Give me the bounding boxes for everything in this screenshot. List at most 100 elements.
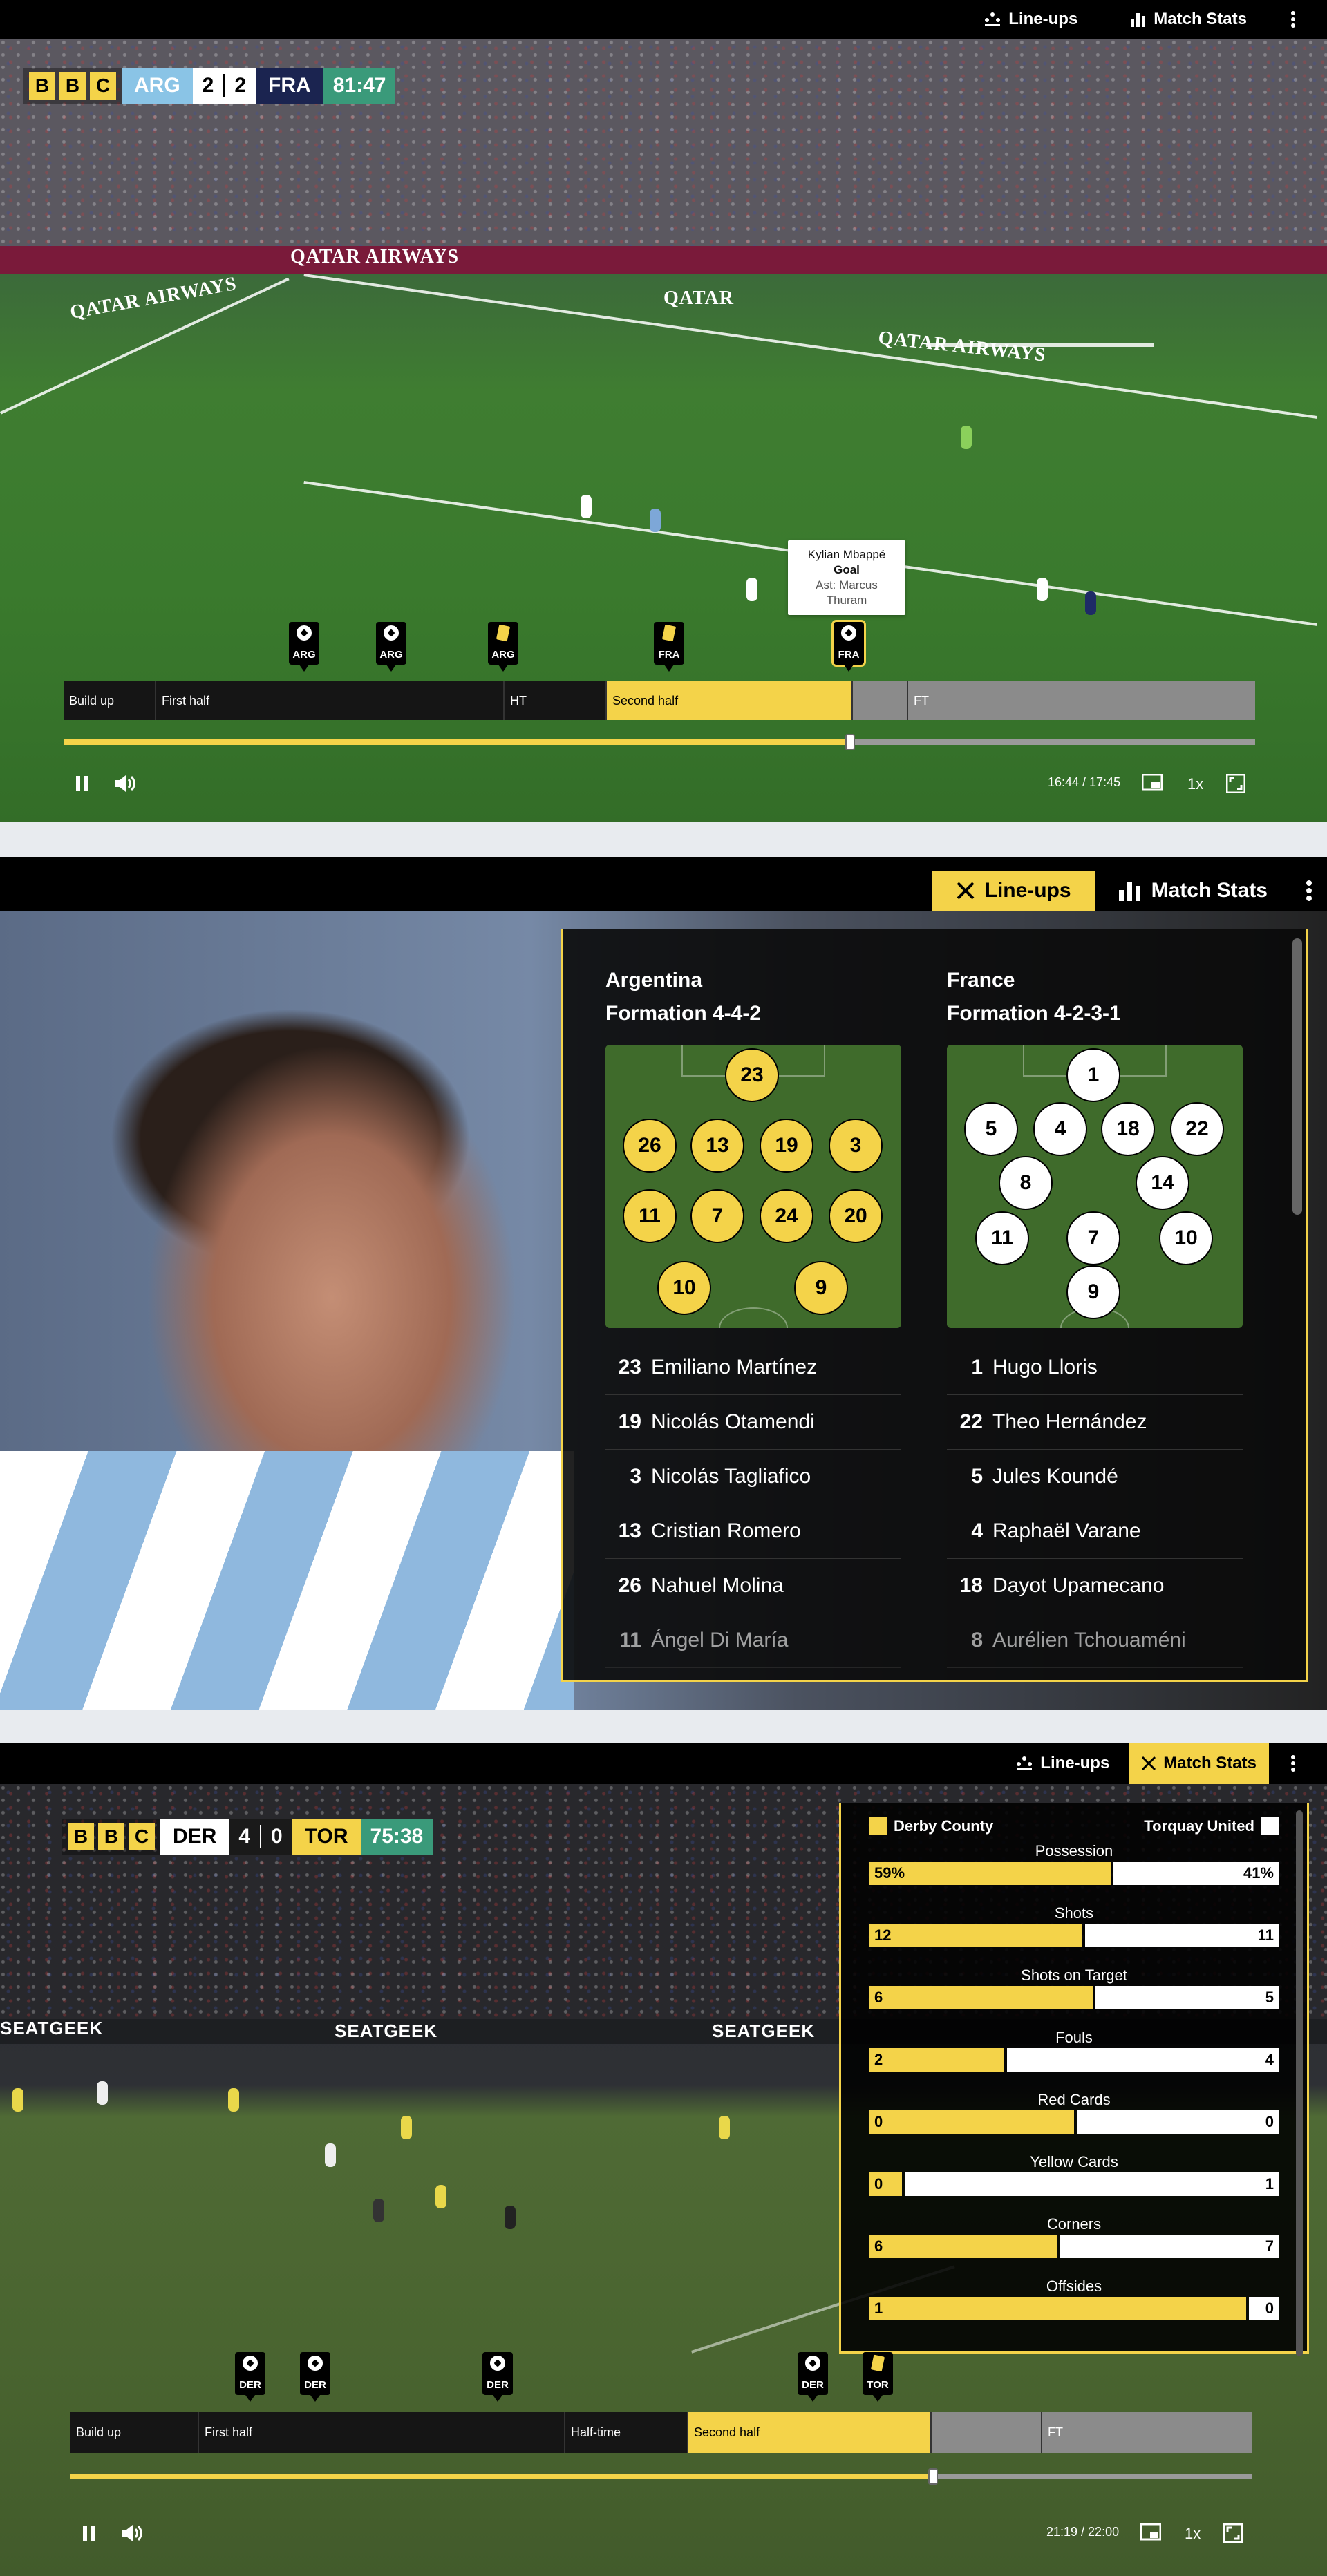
player-row[interactable]: 11 Ángel Di María (605, 1613, 901, 1668)
player-marker[interactable]: 11 (623, 1189, 677, 1243)
player-marker[interactable]: 18 (1101, 1102, 1155, 1156)
player-marker[interactable]: 4 (1033, 1102, 1087, 1156)
marker-team: ARG (379, 649, 403, 661)
away-stat-bar: 1 (904, 2172, 1279, 2196)
lineups-tab[interactable]: Line-ups (932, 871, 1095, 911)
player-number: 8 (971, 1629, 983, 1651)
player-marker[interactable]: 23 (725, 1048, 779, 1102)
event-marker-goal[interactable]: DER (482, 2352, 513, 2402)
picture-in-picture-icon (1142, 774, 1163, 791)
player-row[interactable]: 13 Cristian Romero (605, 1504, 901, 1559)
playback-speed-button[interactable]: 1x (1185, 2525, 1201, 2543)
away-stat-bar: 7 (1060, 2235, 1279, 2258)
segment-first-half[interactable]: First half (199, 2412, 565, 2453)
player-row[interactable]: 1 Hugo Lloris (947, 1341, 1243, 1395)
scoreboard: B B C ARG 2 2 FRA 81:47 (23, 68, 396, 104)
stat-label: Offsides (1046, 2277, 1102, 2295)
volume-button[interactable] (120, 2523, 144, 2543)
player-number: 22 (959, 1410, 983, 1433)
player-marker[interactable]: 19 (760, 1119, 813, 1173)
scrollbar[interactable] (1296, 1810, 1303, 2356)
pause-button[interactable] (76, 776, 90, 791)
match-stats-button[interactable]: Match Stats (1118, 0, 1259, 39)
scrollbar[interactable] (1292, 938, 1302, 1215)
segment-build-up[interactable]: Build up (70, 2412, 199, 2453)
fullscreen-button[interactable] (1223, 2523, 1243, 2543)
marker-team: TOR (867, 2379, 889, 2391)
player-marker[interactable]: 22 (1170, 1102, 1224, 1156)
home-stat-bar: 1 (869, 2297, 1247, 2320)
more-options-button[interactable] (1287, 1743, 1299, 1784)
fullscreen-button[interactable] (1226, 774, 1245, 793)
player-marker[interactable]: 10 (657, 1261, 711, 1315)
player-row[interactable]: 3 Nicolás Tagliafico (605, 1450, 901, 1504)
stat-label: Corners (1046, 2215, 1102, 2233)
picture-in-picture-button[interactable] (1142, 774, 1163, 792)
player (435, 2185, 446, 2208)
player-marker[interactable]: 7 (1066, 1211, 1120, 1265)
event-marker-yellow-card[interactable]: FRA (654, 622, 684, 672)
match-stats-button[interactable]: Match Stats (1129, 1743, 1269, 1784)
match-timeline[interactable]: Build up First half HT Second half FT (64, 681, 1255, 720)
match-stats-tab[interactable]: Match Stats (1095, 871, 1291, 911)
player-row[interactable]: 8 Aurélien Tchouaméni (947, 1613, 1243, 1668)
player-row[interactable]: 5 Jules Koundé (947, 1450, 1243, 1504)
player-marker[interactable]: 11 (975, 1211, 1029, 1265)
segment-first-half[interactable]: First half (156, 681, 505, 720)
away-score: 0 (271, 1825, 283, 1848)
player-marker[interactable]: 20 (829, 1189, 883, 1243)
segment-full-time[interactable]: FT (908, 681, 1255, 720)
player-marker[interactable]: 5 (964, 1102, 1018, 1156)
event-marker-goal[interactable]: DER (798, 2352, 828, 2402)
player-marker[interactable]: 7 (690, 1189, 744, 1243)
player-marker[interactable]: 9 (1066, 1265, 1120, 1319)
away-stat-bar: 0 (1077, 2110, 1279, 2134)
player-row[interactable]: 19 Nicolás Otamendi (605, 1395, 901, 1450)
player-marker[interactable]: 26 (623, 1119, 677, 1173)
segment-half-time[interactable]: Half-time (565, 2412, 688, 2453)
player-row[interactable]: 22 Theo Hernández (947, 1395, 1243, 1450)
segment-full-time[interactable]: FT (1042, 2412, 1252, 2453)
progress-bar[interactable] (70, 2468, 1252, 2485)
match-timeline[interactable]: Build up First half Half-time Second hal… (70, 2412, 1252, 2453)
progress-bar[interactable] (64, 734, 1255, 750)
volume-button[interactable] (113, 774, 137, 793)
pause-icon (83, 2526, 97, 2541)
player-marker[interactable]: 14 (1136, 1156, 1189, 1210)
player-row[interactable]: 4 Raphaël Varane (947, 1504, 1243, 1559)
home-stat-bar: 0 (869, 2110, 1074, 2134)
event-marker-goal[interactable]: FRA (831, 620, 866, 672)
pause-button[interactable] (83, 2526, 97, 2541)
event-marker-goal[interactable]: DER (300, 2352, 330, 2402)
playback-speed-button[interactable]: 1x (1187, 775, 1203, 793)
segment-second-half[interactable]: Second half (688, 2412, 932, 2453)
player-row[interactable]: 18 Dayot Upamecano (947, 1559, 1243, 1613)
more-options-button[interactable] (1291, 871, 1327, 911)
player-row[interactable]: 26 Nahuel Molina (605, 1559, 901, 1613)
segment-extra-time[interactable] (932, 2412, 1042, 2453)
player-marker[interactable]: 8 (999, 1156, 1053, 1210)
player-row[interactable]: 23 Emiliano Martínez (605, 1341, 901, 1395)
event-marker-goal[interactable]: DER (235, 2352, 265, 2402)
player-marker[interactable]: 10 (1159, 1211, 1213, 1265)
event-marker-goal[interactable]: ARG (376, 622, 406, 672)
more-options-button[interactable] (1287, 0, 1299, 39)
player-marker[interactable]: 24 (760, 1189, 813, 1243)
segment-half-time[interactable]: HT (505, 681, 607, 720)
lineups-button[interactable]: Line-ups (971, 0, 1090, 39)
event-marker-yellow-card[interactable]: TOR (863, 2352, 893, 2402)
segment-second-half[interactable]: Second half (607, 681, 853, 720)
scrubber-handle[interactable] (928, 2468, 939, 2485)
player-marker[interactable]: 9 (794, 1261, 848, 1315)
lineups-button[interactable]: Line-ups (1003, 1743, 1122, 1784)
scrubber-handle[interactable] (845, 734, 855, 750)
segment-extra-time[interactable] (853, 681, 908, 720)
picture-in-picture-button[interactable] (1140, 2523, 1161, 2541)
player-marker[interactable]: 3 (829, 1119, 883, 1173)
match-stats-label: Match Stats (1163, 1754, 1257, 1772)
player-marker[interactable]: 13 (690, 1119, 744, 1173)
segment-build-up[interactable]: Build up (64, 681, 156, 720)
player-marker[interactable]: 1 (1066, 1048, 1120, 1102)
event-marker-yellow-card[interactable]: ARG (488, 622, 518, 672)
event-marker-goal[interactable]: ARG (289, 622, 319, 672)
